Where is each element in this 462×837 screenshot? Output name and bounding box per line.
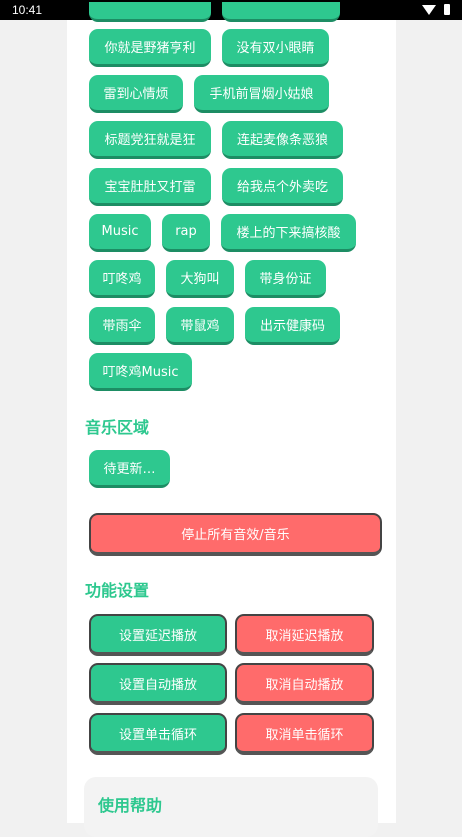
sound-button-cut-1[interactable] <box>89 2 211 22</box>
sound-button[interactable]: 没有双小眼睛 <box>222 29 329 67</box>
sound-button[interactable]: rap <box>162 214 210 252</box>
wifi-icon <box>422 5 436 15</box>
sound-button-cut-2[interactable] <box>222 2 340 22</box>
sound-button[interactable]: 带鼠鸡 <box>166 307 234 345</box>
cancel-delay-play-button[interactable]: 取消延迟播放 <box>235 614 374 656</box>
sound-button[interactable]: 叮咚鸡 <box>89 260 155 298</box>
status-time: 10:41 <box>12 3 43 17</box>
stop-all-button[interactable]: 停止所有音效/音乐 <box>89 513 382 556</box>
set-auto-play-button[interactable]: 设置自动播放 <box>89 663 227 705</box>
sound-button[interactable]: 你就是野猪亨利 <box>89 29 211 67</box>
sound-button[interactable]: 大狗叫 <box>166 260 234 298</box>
help-title: 使用帮助 <box>98 796 163 815</box>
sound-button[interactable]: 标题党狂就是狂 <box>89 121 211 159</box>
sound-button[interactable]: 手机前冒烟小姑娘 <box>194 75 329 113</box>
music-section-title: 音乐区域 <box>85 418 150 437</box>
status-icons <box>420 4 450 16</box>
sound-button[interactable]: 楼上的下来搞核酸 <box>221 214 356 252</box>
music-pending-button[interactable]: 待更新… <box>89 450 170 488</box>
sound-button[interactable]: 连起麦像条恶狼 <box>222 121 343 159</box>
sound-button[interactable]: 带身份证 <box>245 260 326 298</box>
sound-button[interactable]: 给我点个外卖吃 <box>222 168 343 206</box>
sound-button[interactable]: 出示健康码 <box>245 307 340 345</box>
cancel-auto-play-button[interactable]: 取消自动播放 <box>235 663 374 705</box>
help-panel: 使用帮助 <box>84 777 378 837</box>
sound-button[interactable]: Music <box>89 214 151 252</box>
settings-section-title: 功能设置 <box>85 581 150 600</box>
sound-button[interactable]: 雷到心情烦 <box>89 75 183 113</box>
set-click-loop-button[interactable]: 设置单击循环 <box>89 713 227 755</box>
battery-icon <box>444 4 450 15</box>
sound-button[interactable]: 带雨伞 <box>89 307 155 345</box>
cancel-click-loop-button[interactable]: 取消单击循环 <box>235 713 374 755</box>
sound-button[interactable]: 宝宝肚肚又打雷 <box>89 168 211 206</box>
sound-button[interactable]: 叮咚鸡Music <box>89 353 192 391</box>
set-delay-play-button[interactable]: 设置延迟播放 <box>89 614 227 656</box>
